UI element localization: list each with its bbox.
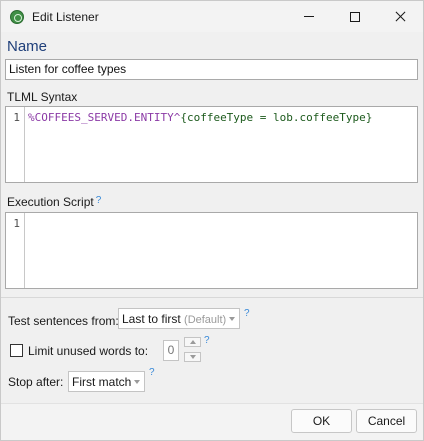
chevron-down-icon [134, 380, 140, 384]
execution-gutter: 1 [6, 213, 25, 288]
dialog-content: Name Listen for coffee types TLML Syntax… [1, 32, 423, 403]
spin-down-icon [190, 355, 196, 359]
tlml-syntax-label: TLML Syntax [7, 90, 78, 104]
name-input[interactable]: Listen for coffee types [5, 59, 418, 80]
limit-unused-words-label: Limit unused words to: [28, 344, 149, 358]
test-sentences-dropdown[interactable]: Last to first (Default) [118, 308, 240, 329]
execution-script-editor[interactable]: 1 [5, 212, 418, 289]
title-bar[interactable]: Edit Listener [1, 1, 423, 32]
tlml-gutter: 1 [6, 107, 25, 182]
limit-unused-words-help-icon[interactable]: ? [204, 335, 210, 346]
execution-line-number: 1 [13, 217, 20, 230]
tlml-entity-token: %COFFEES_SERVED.ENTITY [28, 111, 174, 124]
maximize-icon [350, 11, 360, 22]
minimize-button[interactable] [286, 1, 332, 32]
tlml-expression-token: {coffeeType = lob.coffeeType} [180, 111, 373, 124]
edit-listener-dialog: Edit Listener Name Listen for coffee typ… [0, 0, 424, 441]
options-divider [1, 297, 423, 298]
execution-script-label-row: Execution Script? [7, 195, 101, 209]
stop-after-label: Stop after: [8, 375, 64, 389]
tlml-line-number: 1 [13, 111, 20, 124]
spin-up-button[interactable] [184, 337, 201, 347]
test-sentences-value: Last to first [122, 312, 181, 326]
execution-script-label: Execution Script [7, 195, 94, 209]
stop-after-value: First match [72, 375, 132, 389]
close-button[interactable] [377, 1, 423, 32]
window-title: Edit Listener [32, 10, 99, 24]
test-sentences-label: Test sentences from: [8, 314, 119, 328]
minimize-icon [304, 16, 314, 17]
spin-up-icon [190, 340, 196, 344]
test-sentences-default-note: (Default) [184, 314, 227, 326]
app-icon [10, 10, 24, 24]
close-icon [395, 11, 406, 22]
maximize-button[interactable] [332, 1, 378, 32]
spin-down-button[interactable] [184, 352, 201, 362]
tlml-code-line[interactable]: %COFFEES_SERVED.ENTITY^{coffeeType = lob… [28, 111, 372, 124]
chevron-down-icon [229, 317, 235, 321]
execution-script-help-icon[interactable]: ? [96, 195, 102, 206]
dialog-footer: OK Cancel [1, 403, 423, 440]
cancel-button[interactable]: Cancel [356, 409, 417, 433]
limit-unused-words-input[interactable]: 0 [163, 340, 179, 361]
test-sentences-help-icon[interactable]: ? [244, 308, 250, 319]
ok-button[interactable]: OK [291, 409, 352, 433]
tlml-syntax-editor[interactable]: 1 %COFFEES_SERVED.ENTITY^{coffeeType = l… [5, 106, 418, 183]
name-heading: Name [7, 38, 48, 55]
limit-unused-words-checkbox[interactable] [10, 344, 23, 357]
stop-after-help-icon[interactable]: ? [149, 367, 155, 378]
stop-after-dropdown[interactable]: First match [68, 371, 145, 392]
